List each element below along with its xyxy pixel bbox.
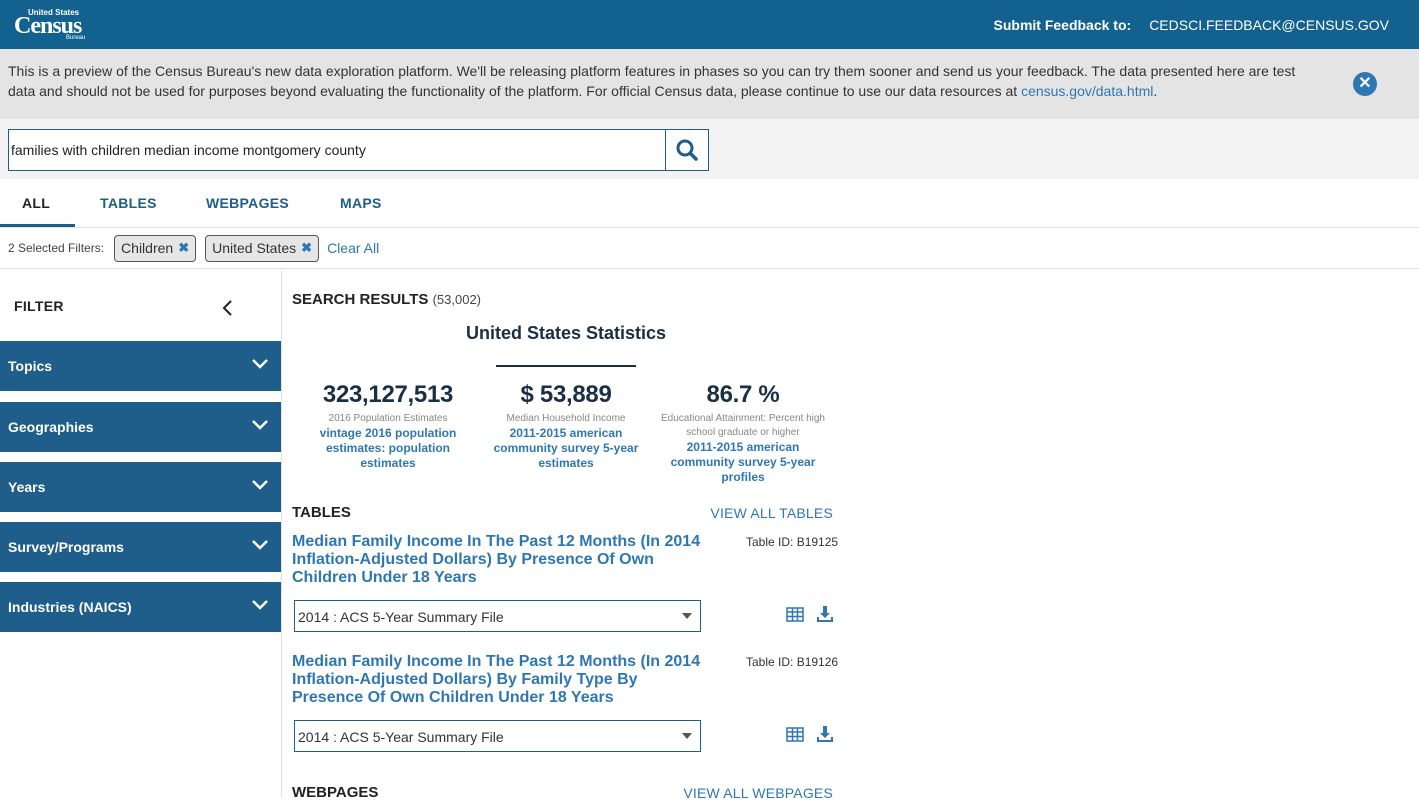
chevron-down-icon	[252, 420, 268, 430]
remove-icon[interactable]: ✖	[178, 240, 189, 256]
table-id: Table ID: B19125	[746, 535, 839, 549]
download-icon[interactable]	[816, 605, 834, 623]
tab-webpages[interactable]: WEBPAGES	[206, 195, 289, 211]
selected-filters-bar: 2 Selected Filters: Children ✖ United St…	[0, 228, 1419, 269]
table-id: Table ID: B19126	[746, 655, 839, 669]
chevron-down-icon	[252, 359, 268, 369]
active-tab-indicator	[0, 224, 75, 227]
stat-income: $ 53,889 Median Household Income 2011-20…	[476, 381, 656, 471]
filter-geographies[interactable]: Geographies	[0, 402, 281, 452]
remove-icon[interactable]: ✖	[301, 240, 312, 256]
dataset-select[interactable]: 2014 : ACS 5-Year Summary File	[294, 720, 701, 752]
search-button[interactable]	[665, 130, 708, 170]
census-data-link[interactable]: census.gov/data.html	[1021, 83, 1153, 99]
stats-divider	[496, 365, 636, 367]
stat-source-link[interactable]: 2011-2015 american community survey 5-ye…	[653, 440, 833, 485]
filter-chip-children[interactable]: Children ✖	[114, 234, 197, 262]
chevron-down-icon	[252, 480, 268, 490]
filter-sidebar: FILTER Topics Geographies Years Survey/P…	[0, 269, 282, 798]
search-box	[8, 129, 709, 171]
stat-source-link[interactable]: vintage 2016 population estimates: popul…	[298, 426, 478, 471]
download-icon[interactable]	[816, 725, 834, 743]
search-results-title: SEARCH RESULTS (53,002)	[292, 291, 481, 308]
filter-chip-united-states[interactable]: United States ✖	[205, 234, 320, 262]
stat-source-link[interactable]: 2011-2015 american community survey 5-ye…	[476, 426, 656, 471]
preview-notice: This is a preview of the Census Bureau's…	[0, 49, 1419, 119]
result-tabs: ALL TABLES WEBPAGES MAPS	[0, 179, 1419, 228]
stats-title: United States Statistics	[465, 323, 667, 343]
feedback-info: Submit Feedback to: CEDSCI.FEEDBACK@CENS…	[994, 17, 1390, 33]
tab-tables[interactable]: TABLES	[100, 195, 157, 211]
table-grid-icon[interactable]	[786, 607, 804, 622]
search-area	[0, 119, 1419, 179]
stat-population: 323,127,513 2016 Population Estimates vi…	[298, 381, 478, 471]
tab-all[interactable]: ALL	[22, 195, 50, 211]
chevron-down-icon	[252, 540, 268, 550]
stat-education: 86.7 % Educational Attainment: Percent h…	[653, 381, 833, 485]
tables-heading: TABLES	[292, 504, 351, 521]
table-link[interactable]: Median Family Income In The Past 12 Mont…	[292, 533, 712, 587]
view-all-tables-link[interactable]: VIEW ALL TABLES	[710, 505, 833, 521]
webpages-heading: WEBPAGES	[292, 784, 379, 801]
feedback-email[interactable]: CEDSCI.FEEDBACK@CENSUS.GOV	[1149, 17, 1389, 33]
selected-filters-count: 2 Selected Filters:	[8, 241, 105, 255]
filter-topics[interactable]: Topics	[0, 341, 281, 391]
results-count: (53,002)	[432, 292, 481, 307]
chevron-left-icon[interactable]	[222, 299, 234, 317]
dropdown-arrow-icon	[682, 613, 692, 619]
filter-survey-programs[interactable]: Survey/Programs	[0, 522, 281, 572]
view-all-webpages-link[interactable]: VIEW ALL WEBPAGES	[683, 785, 833, 801]
table-link[interactable]: Median Family Income In The Past 12 Mont…	[292, 653, 712, 707]
close-icon[interactable]: ✕	[1353, 72, 1377, 96]
filter-title: FILTER	[14, 298, 64, 314]
chevron-down-icon	[252, 600, 268, 610]
header: United States Census Bureau Submit Feedb…	[0, 0, 1419, 49]
search-input[interactable]	[9, 130, 665, 170]
search-icon	[676, 139, 698, 161]
clear-all-link[interactable]: Clear All	[327, 240, 379, 256]
dataset-select[interactable]: 2014 : ACS 5-Year Summary File	[294, 600, 701, 632]
feedback-label: Submit Feedback to:	[993, 16, 1132, 33]
dropdown-arrow-icon	[682, 733, 692, 739]
filter-industries[interactable]: Industries (NAICS)	[0, 582, 281, 632]
census-logo[interactable]: United States Census Bureau	[14, 5, 94, 45]
filter-years[interactable]: Years	[0, 462, 281, 512]
search-results: SEARCH RESULTS (53,002) United States St…	[292, 269, 852, 801]
tab-maps[interactable]: MAPS	[340, 195, 382, 211]
table-grid-icon[interactable]	[786, 727, 804, 742]
